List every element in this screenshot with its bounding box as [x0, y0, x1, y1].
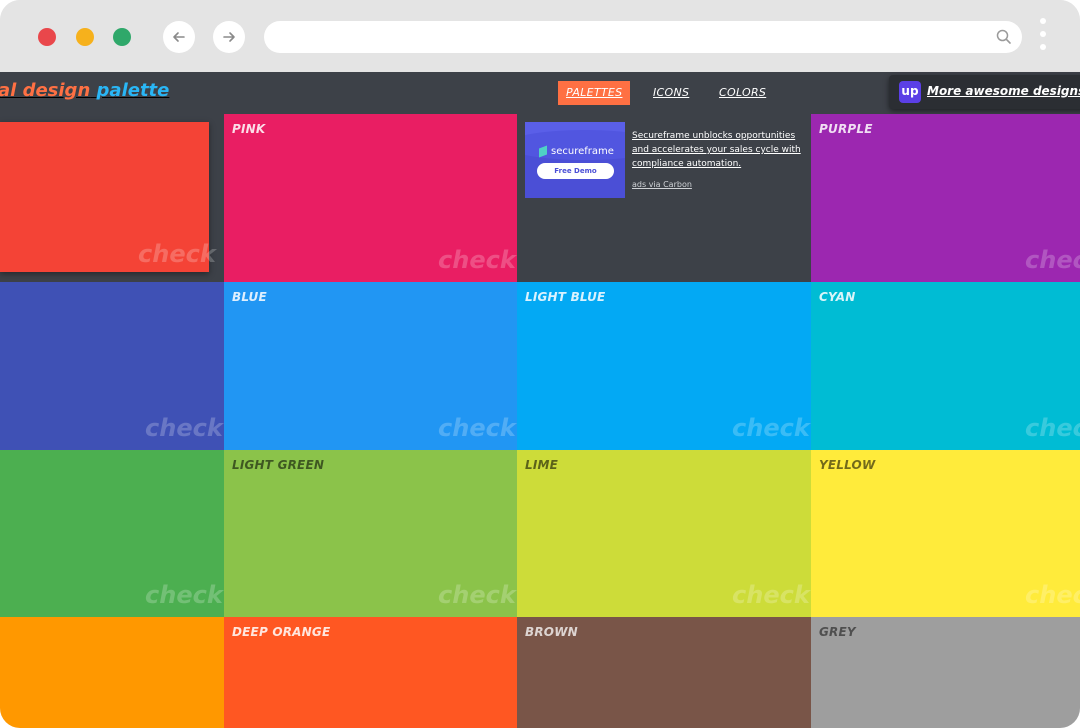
ad-image[interactable]: secureframe Free Demo	[525, 122, 625, 198]
tile-light-green[interactable]: LIGHT GREEN check	[224, 450, 517, 617]
tile-name: YELLOW	[819, 458, 876, 472]
tile-pink[interactable]: PINK check	[224, 114, 517, 282]
logo-text-1: al design	[0, 80, 91, 101]
logo-text-2: palette	[96, 80, 170, 101]
tile-name: GREY	[819, 625, 856, 639]
forward-arrow-icon	[223, 32, 235, 42]
nav-icons[interactable]: ICONS	[645, 81, 697, 105]
tile-name: PURPLE	[819, 122, 873, 136]
minimize-window-button[interactable]	[76, 28, 94, 46]
tile-yellow[interactable]: YELLOW check	[811, 450, 1080, 617]
site-logo[interactable]: al design palette	[0, 80, 169, 101]
back-arrow-icon	[173, 32, 185, 42]
maximize-window-button[interactable]	[113, 28, 131, 46]
promo-text: More awesome designs on	[927, 84, 1080, 98]
tile-name: LIGHT BLUE	[525, 290, 606, 304]
tile-red-card: check	[0, 122, 216, 272]
tile-blue[interactable]: BLUE check	[224, 282, 517, 450]
tile-name: CYAN	[819, 290, 856, 304]
ad-brand-logo: secureframe	[539, 145, 614, 157]
check-label: check	[1025, 246, 1080, 274]
nav-colors[interactable]: COLORS	[711, 81, 774, 105]
tile-grey[interactable]: GREY	[811, 617, 1080, 728]
tile-light-blue[interactable]: LIGHT BLUE check	[517, 282, 811, 450]
tile-name: DEEP ORANGE	[232, 625, 331, 639]
more-vertical-icon[interactable]	[1038, 18, 1048, 56]
tile-name: BROWN	[525, 625, 578, 639]
browser-window: al design palette PALETTES ICONS COLORS …	[0, 0, 1080, 728]
check-label: check	[138, 240, 216, 268]
tile-brown[interactable]: BROWN	[517, 617, 811, 728]
back-button[interactable]	[163, 21, 195, 53]
tile-name: LIME	[525, 458, 559, 472]
browser-toolbar	[0, 0, 1080, 72]
check-label: check	[145, 581, 223, 609]
up-logo-icon: up	[899, 81, 921, 103]
check-label: check	[438, 246, 516, 274]
close-window-button[interactable]	[38, 28, 56, 46]
check-label: check	[1025, 414, 1080, 442]
tile-purple[interactable]: PURPLE check	[811, 114, 1080, 282]
ads-via-carbon-link[interactable]: ads via Carbon	[632, 180, 692, 189]
promo-banner[interactable]: up More awesome designs on	[889, 75, 1080, 109]
tile-name: PINK	[232, 122, 266, 136]
tile-amber[interactable]	[0, 617, 224, 728]
ad-text-link[interactable]: Secureframe unblocks opportunities and a…	[632, 129, 802, 171]
check-label: check	[1025, 581, 1080, 609]
carbon-ad: secureframe Free Demo Secureframe unbloc…	[517, 114, 811, 282]
check-label: check	[438, 581, 516, 609]
tile-green[interactable]: check	[0, 450, 224, 617]
search-icon[interactable]	[995, 28, 1013, 50]
ad-demo-button[interactable]: Free Demo	[537, 163, 614, 179]
nav-palettes[interactable]: PALETTES	[558, 81, 631, 105]
tile-cyan[interactable]: CYAN check	[811, 282, 1080, 450]
address-bar[interactable]	[264, 21, 1022, 53]
site-header: al design palette PALETTES ICONS COLORS …	[0, 72, 1080, 114]
tile-indigo[interactable]: check	[0, 282, 224, 450]
forward-button[interactable]	[213, 21, 245, 53]
check-label: check	[732, 414, 810, 442]
tile-deep-orange[interactable]: DEEP ORANGE	[224, 617, 517, 728]
tile-red[interactable]: check	[0, 114, 224, 282]
check-label: check	[438, 414, 516, 442]
check-label: check	[145, 414, 223, 442]
tile-name: LIGHT GREEN	[232, 458, 325, 472]
tile-lime[interactable]: LIME check	[517, 450, 811, 617]
check-label: check	[732, 581, 810, 609]
tile-name: BLUE	[232, 290, 267, 304]
